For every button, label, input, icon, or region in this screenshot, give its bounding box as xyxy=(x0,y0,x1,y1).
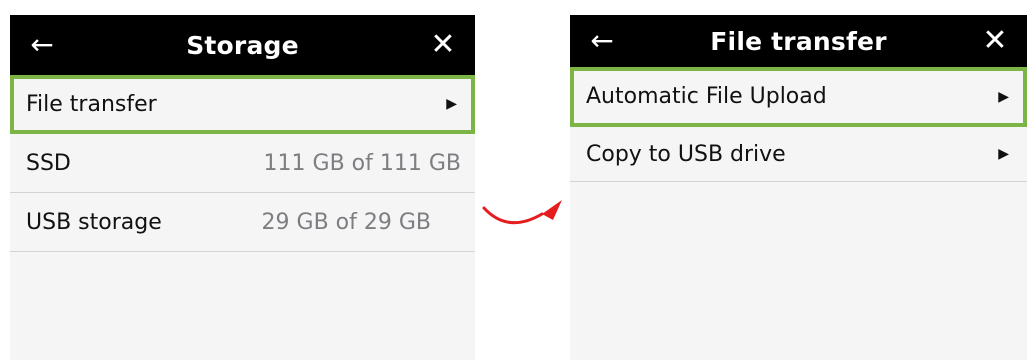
menu-item-label: USB storage xyxy=(26,209,162,235)
storage-screen: ← Storage ✕ File transfer ▶ SSD 111 GB o… xyxy=(10,15,475,360)
file-transfer-header: ← File transfer ✕ xyxy=(570,15,1027,67)
close-icon[interactable]: ✕ xyxy=(415,15,471,75)
storage-capacity-value: 111 GB of 111 GB xyxy=(263,150,461,176)
transition-arrow-icon xyxy=(482,200,562,225)
chevron-right-icon: ▶ xyxy=(446,96,457,112)
menu-item-ssd[interactable]: SSD 111 GB of 111 GB xyxy=(10,134,475,193)
storage-header: ← Storage ✕ xyxy=(10,15,475,75)
file-transfer-screen: ← File transfer ✕ Automatic File Upload … xyxy=(570,15,1027,360)
page-title: Storage xyxy=(186,30,299,60)
menu-item-label: SSD xyxy=(26,150,71,176)
chevron-right-icon: ▶ xyxy=(998,146,1009,162)
menu-item-label: Copy to USB drive xyxy=(586,141,786,167)
storage-capacity-value: 29 GB of 29 GB xyxy=(261,209,431,235)
menu-item-label: File transfer xyxy=(26,91,157,117)
menu-item-label: Automatic File Upload xyxy=(586,84,827,109)
menu-item-automatic-file-upload[interactable]: Automatic File Upload ▶ xyxy=(570,67,1027,127)
back-arrow-icon[interactable]: ← xyxy=(574,15,630,67)
page-title: File transfer xyxy=(710,26,887,56)
chevron-right-icon: ▶ xyxy=(998,88,1009,105)
menu-item-copy-to-usb-drive[interactable]: Copy to USB drive ▶ xyxy=(570,127,1027,182)
back-arrow-icon[interactable]: ← xyxy=(14,15,70,75)
menu-item-file-transfer[interactable]: File transfer ▶ xyxy=(10,75,475,134)
close-icon[interactable]: ✕ xyxy=(967,15,1023,67)
menu-item-usb-storage[interactable]: USB storage 29 GB of 29 GB xyxy=(10,193,475,252)
